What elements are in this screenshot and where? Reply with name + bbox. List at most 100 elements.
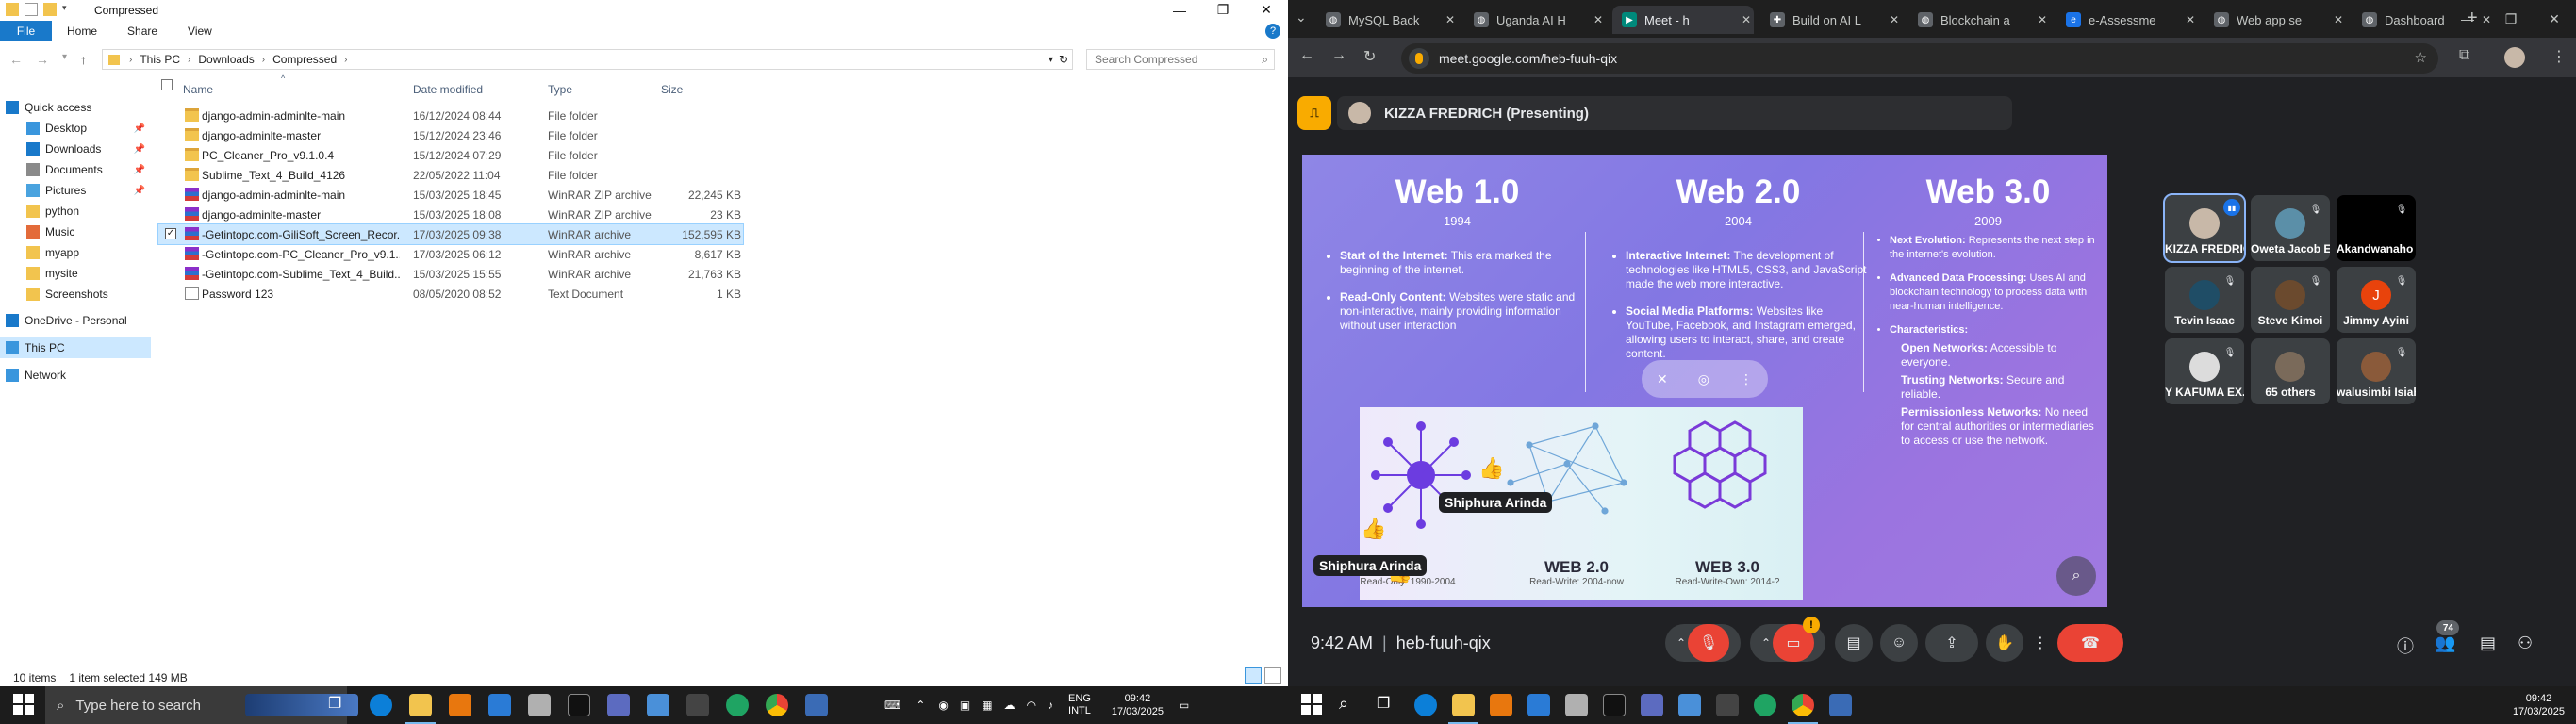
close-tab-icon[interactable]: ✕ (1445, 13, 1455, 26)
select-all-checkbox[interactable] (161, 79, 173, 90)
file-explorer-icon[interactable] (1448, 694, 1478, 724)
sublime-text-icon[interactable] (1490, 694, 1512, 716)
app-icon[interactable] (647, 694, 669, 716)
participant-tile[interactable]: Oweta Jacob E... 🎙 (2251, 195, 2330, 261)
breadcrumb-this-pc[interactable]: This PC (140, 53, 180, 66)
keyboard-icon[interactable]: ⌨ (884, 699, 900, 712)
help-icon[interactable]: ? (1265, 24, 1280, 39)
file-row[interactable]: django-adminlte-master 15/03/2025 18:08 Wi… (158, 205, 743, 224)
raise-hand-button[interactable]: ✋ (1986, 624, 2023, 662)
column-header-date[interactable]: Date modified (413, 83, 483, 96)
file-row[interactable]: ✓ -Getintopc.com-GiliSoft_Screen_Recor...… (157, 223, 744, 245)
file-row[interactable]: django-admin-adminlte-main 15/03/2025 18:… (158, 185, 743, 205)
minimize-button[interactable]: — (2446, 0, 2489, 38)
app-icon[interactable] (1527, 694, 1550, 716)
edge-icon[interactable] (1414, 694, 1437, 716)
details-view-button[interactable] (1245, 667, 1262, 684)
clock[interactable]: 09:42 17/03/2025 (1112, 692, 1164, 718)
browser-tab[interactable]: e e-Assessme ✕ (2056, 6, 2198, 34)
search-icon[interactable]: ⌕ (1339, 694, 1362, 716)
app-icon[interactable] (488, 694, 511, 716)
close-tab-icon[interactable]: ✕ (2186, 13, 2195, 26)
chat-icon[interactable]: ▤ (2480, 634, 2496, 653)
column-header-size[interactable]: Size (661, 83, 683, 96)
file-row[interactable]: django-adminlte-master 15/12/2024 23:46 Fi… (158, 125, 743, 145)
browser-tab[interactable]: ◍ MySQL Back ✕ (1316, 6, 1458, 34)
browser-tab[interactable]: ✚ Build on AI L ✕ (1760, 6, 1902, 34)
clock[interactable]: 09:42 17/03/2025 (2513, 692, 2565, 718)
app-icon[interactable] (1678, 694, 1701, 716)
ribbon-tab-home[interactable]: Home (52, 25, 112, 38)
file-row[interactable]: -Getintopc.com-Sublime_Text_4_Build... 15… (158, 264, 743, 284)
app-icon[interactable] (1754, 694, 1776, 716)
app-icon[interactable] (805, 694, 828, 716)
nav-item-myapp[interactable]: myapp (0, 242, 151, 263)
tray-app-icon[interactable]: ◉ (938, 699, 948, 712)
nav-item-onedrive-personal[interactable]: OneDrive - Personal (0, 310, 151, 331)
reload-icon[interactable]: ↻ (1363, 47, 1376, 66)
refresh-icon[interactable]: ↻ (1059, 53, 1068, 66)
captions-button[interactable]: ▤ (1835, 624, 1873, 662)
participant-tile[interactable]: J Jimmy Ayini 🎙 (2337, 267, 2416, 333)
nav-item-downloads[interactable]: Downloads 📌 (0, 139, 151, 159)
start-button[interactable] (1301, 694, 1322, 715)
back-arrow-icon[interactable]: ← (9, 52, 23, 67)
close-tab-icon[interactable]: ✕ (2038, 13, 2047, 26)
tray-app-icon[interactable]: ▦ (982, 699, 992, 712)
participant-tile[interactable]: Akandwanaho I... 🎙 (2337, 195, 2416, 261)
camera-off-button[interactable]: ▭ ! (1773, 617, 1820, 662)
site-info-icon[interactable] (1409, 48, 1429, 69)
zoom-icon[interactable]: ⌕ (2056, 556, 2096, 596)
app-icon[interactable] (528, 694, 551, 716)
edge-icon[interactable] (370, 694, 392, 716)
participant-tile[interactable]: Tevin Isaac 🎙 (2165, 267, 2244, 333)
browser-tab[interactable]: ◍ Blockchain a ✕ (1908, 6, 2050, 34)
browser-tab[interactable]: ◍ Web app se ✕ (2204, 6, 2346, 34)
bookmark-star-icon[interactable]: ☆ (2415, 49, 2427, 66)
app-icon[interactable] (1716, 694, 1739, 716)
column-header-name[interactable]: Name (183, 83, 213, 96)
file-row[interactable]: Sublime_Text_4_Build_4126 22/05/2022 11:0… (158, 165, 743, 185)
breadcrumb-compressed[interactable]: Compressed (272, 53, 337, 66)
recent-locations-icon[interactable]: ▾ (62, 52, 67, 67)
emoji-button[interactable]: ☺ (1880, 624, 1918, 662)
mic-off-icon[interactable]: ✕ (1657, 371, 1668, 387)
present-icon[interactable]: ◎ (1698, 371, 1709, 387)
address-bar[interactable]: › This PC › Downloads › Compressed › ▾ ↻ (102, 49, 1073, 70)
more-options-icon[interactable]: ⋮ (1740, 371, 1753, 387)
app-icon[interactable] (1565, 694, 1588, 716)
mic-off-button[interactable]: 🎙 (1688, 624, 1729, 662)
nav-item-quick-access[interactable]: Quick access (0, 97, 151, 118)
back-arrow-icon[interactable]: ← (1299, 47, 1314, 64)
people-button[interactable]: 👥 74 (2435, 620, 2460, 653)
more-options-button[interactable]: ⋮ (2031, 624, 2050, 662)
volume-icon[interactable]: ♪ (1048, 699, 1053, 712)
chrome-icon[interactable] (1788, 694, 1818, 724)
file-row[interactable]: django-admin-adminlte-main 16/12/2024 08:… (158, 106, 743, 125)
up-arrow-icon[interactable]: ↑ (80, 52, 87, 67)
sublime-text-icon[interactable] (449, 694, 471, 716)
participant-tile[interactable]: Steve Kimoi 🎙 (2251, 267, 2330, 333)
file-row[interactable]: -Getintopc.com-PC_Cleaner_Pro_v9.1.... 17… (158, 244, 743, 264)
present-button[interactable]: ⇪ (1925, 624, 1978, 662)
extensions-icon[interactable]: ⧉ (2459, 47, 2469, 64)
close-tab-icon[interactable]: ✕ (1890, 13, 1899, 26)
chevron-up-icon[interactable]: ⌃ (916, 699, 925, 712)
terminal-icon[interactable] (1603, 694, 1626, 716)
nav-item-desktop[interactable]: Desktop 📌 (0, 118, 151, 139)
tray-app-icon[interactable]: ▣ (960, 699, 970, 712)
activities-icon[interactable]: ⚇ (2518, 634, 2533, 653)
browser-tab[interactable]: ▶ Meet - h ✕ (1612, 6, 1754, 34)
wifi-icon[interactable]: ◠ (1027, 699, 1036, 712)
nav-item-python[interactable]: python (0, 201, 151, 222)
ribbon-tab-file[interactable]: File (0, 21, 52, 41)
close-tab-icon[interactable]: ✕ (1593, 13, 1603, 26)
tab-search-icon[interactable]: ⌄ (1296, 9, 1307, 25)
ribbon-tab-view[interactable]: View (173, 25, 227, 38)
column-header-type[interactable]: Type (548, 83, 572, 96)
nav-item-network[interactable]: Network (0, 365, 151, 386)
presentation-icon[interactable]: ⎍ (1297, 96, 1331, 130)
nav-item-mysite[interactable]: mysite (0, 263, 151, 284)
row-checkbox[interactable]: ✓ (165, 228, 176, 239)
new-folder-icon[interactable] (43, 3, 57, 16)
